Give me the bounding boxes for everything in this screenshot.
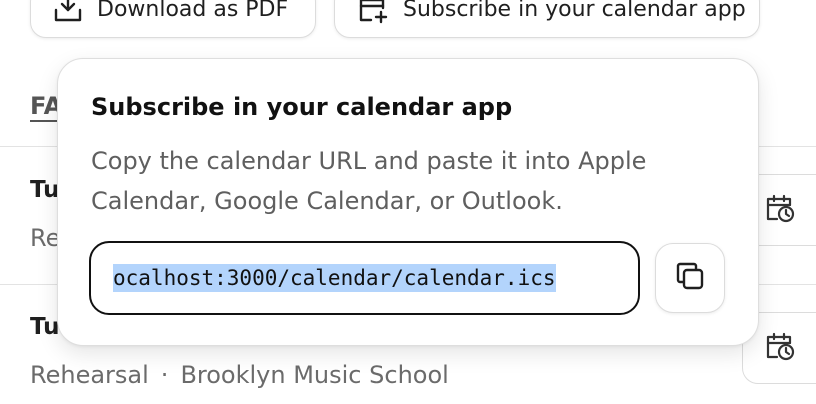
calendar-clock-icon <box>765 193 795 227</box>
event-meta: Rehearsal · Brooklyn Music School <box>30 361 449 389</box>
page: Download as PDF Subscribe in your calend… <box>0 0 816 404</box>
copy-icon <box>674 260 706 296</box>
popover-description: Copy the calendar URL and paste it into … <box>91 147 647 215</box>
meta-separator: · <box>160 361 169 389</box>
calendar-url-text[interactable]: ocalhost:3000/calendar/calendar.ics <box>113 264 556 292</box>
calendar-plus-icon <box>357 0 389 30</box>
subscribe-calendar-button[interactable]: Subscribe in your calendar app <box>334 0 760 38</box>
event-type: Rehearsal <box>30 361 149 389</box>
download-pdf-button[interactable]: Download as PDF <box>30 0 316 38</box>
subscribe-calendar-label: Subscribe in your calendar app <box>403 0 746 22</box>
event-meta: Re <box>30 224 61 252</box>
calendar-clock-icon <box>765 331 795 365</box>
event-title: Tu <box>30 177 60 203</box>
copy-url-button[interactable] <box>655 243 725 313</box>
popover-title: Subscribe in your calendar app <box>91 93 513 121</box>
event-location: Brooklyn Music School <box>180 361 449 389</box>
subscribe-popover: Subscribe in your calendar app Copy the … <box>57 58 759 346</box>
calendar-url-field[interactable]: ocalhost:3000/calendar/calendar.ics <box>89 241 640 315</box>
download-pdf-label: Download as PDF <box>97 0 289 22</box>
download-icon <box>53 0 83 30</box>
event-title: Tu <box>30 314 60 340</box>
